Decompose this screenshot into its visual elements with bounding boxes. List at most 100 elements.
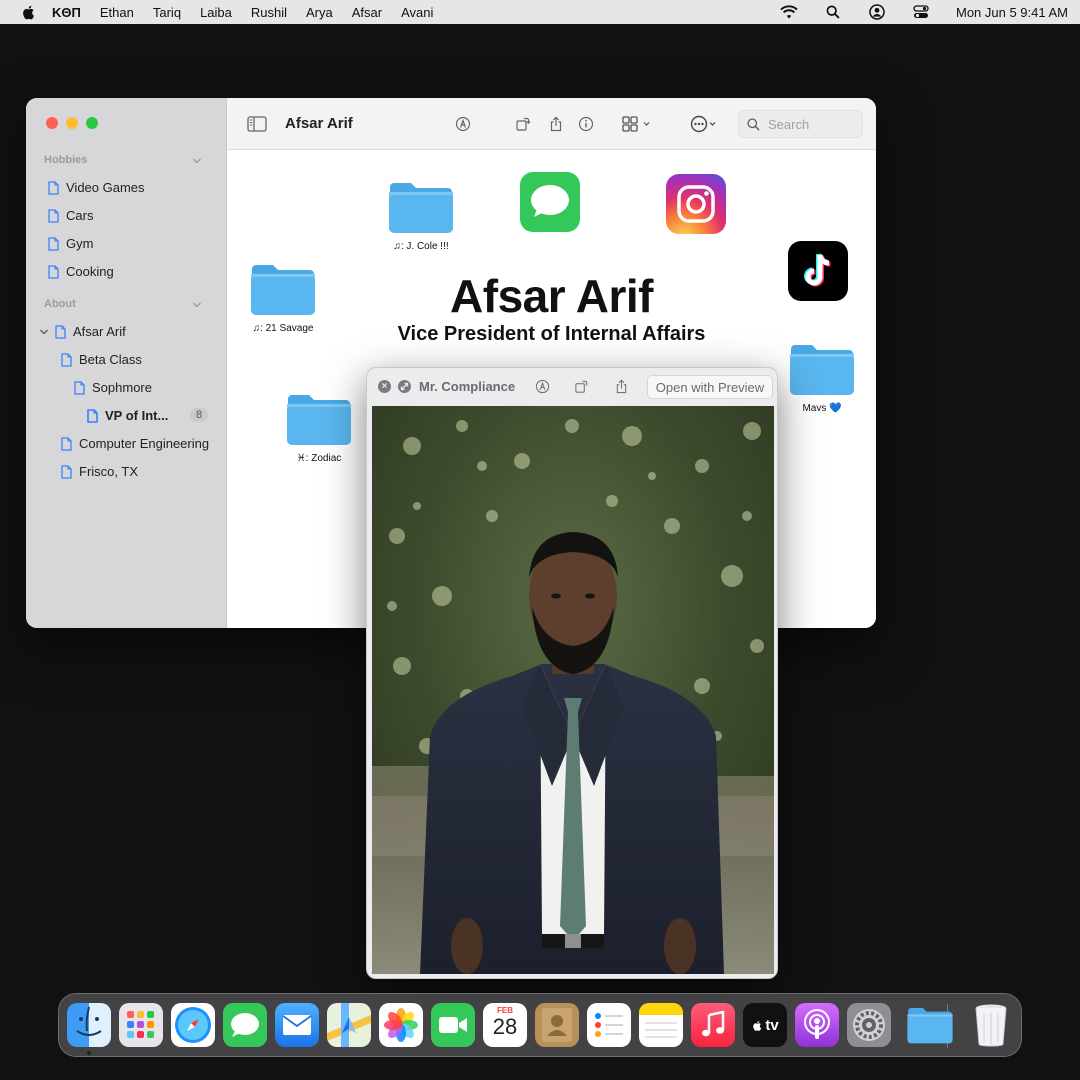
- item-count-badge: 8: [190, 408, 209, 422]
- sidebar-item-sophomore[interactable]: Sophmore: [74, 380, 152, 395]
- view-options-icon[interactable]: [618, 114, 658, 134]
- notes-dock-icon[interactable]: [639, 1003, 683, 1047]
- sidebar-item-label: Frisco, TX: [79, 464, 138, 479]
- sidebar-item-video-games[interactable]: Video Games: [48, 180, 145, 195]
- share-icon[interactable]: [546, 114, 566, 134]
- disclosure-chevron-icon[interactable]: [39, 327, 49, 337]
- maps-dock-icon[interactable]: [327, 1003, 371, 1047]
- sidebar-item-label: Afsar Arif: [73, 324, 126, 339]
- apple-menu-icon[interactable]: [20, 3, 38, 21]
- menu-item-ethan[interactable]: Ethan: [100, 5, 134, 20]
- wifi-icon[interactable]: [780, 3, 798, 21]
- photos-dock-icon[interactable]: [379, 1003, 423, 1047]
- sidebar-toggle-icon[interactable]: [247, 114, 267, 134]
- document-icon: [61, 352, 72, 367]
- messages-app-icon[interactable]: [520, 172, 580, 232]
- chevron-down-icon[interactable]: [192, 300, 202, 310]
- search-field[interactable]: [738, 110, 863, 138]
- folder-icon: [389, 183, 453, 233]
- downloads-folder-dock-icon[interactable]: [905, 1003, 955, 1047]
- minimize-window-button[interactable]: [66, 117, 78, 129]
- menu-item-tariq[interactable]: Tariq: [153, 5, 181, 20]
- apple-tv-dock-icon[interactable]: tv: [743, 1003, 787, 1047]
- control-center-icon[interactable]: [912, 3, 930, 21]
- music-dock-icon[interactable]: [691, 1003, 735, 1047]
- search-input[interactable]: [768, 116, 858, 132]
- profile-name: Afsar Arif: [450, 270, 653, 322]
- rotate-icon[interactable]: [513, 114, 533, 134]
- sidebar-section-about: About: [44, 298, 76, 310]
- menu-item-avani[interactable]: Avani: [401, 5, 433, 20]
- quick-look-title: Mr. Compliance: [419, 379, 516, 394]
- podcasts-dock-icon[interactable]: [795, 1003, 839, 1047]
- facetime-dock-icon[interactable]: [431, 1003, 475, 1047]
- instagram-app-icon[interactable]: [666, 174, 726, 234]
- tv-label: tv: [765, 1016, 779, 1034]
- window-controls: [46, 117, 106, 129]
- document-icon: [48, 208, 59, 223]
- close-window-button[interactable]: [46, 117, 58, 129]
- fullscreen-icon[interactable]: [398, 380, 411, 393]
- document-icon: [61, 436, 72, 451]
- sidebar-section-hobbies: Hobbies: [44, 154, 88, 166]
- folder-zodiac[interactable]: ♓︎: Zodiac: [285, 391, 353, 464]
- close-icon[interactable]: ×: [378, 380, 391, 393]
- chevron-down-icon[interactable]: [192, 156, 202, 166]
- markup-icon[interactable]: [533, 377, 551, 395]
- sidebar-item-label: Computer Engineering: [79, 436, 210, 451]
- messages-dock-icon[interactable]: [223, 1003, 267, 1047]
- folder-mavs[interactable]: Mavs 💙: [788, 341, 856, 414]
- menu-bar: KΘΠ Ethan Tariq Laiba Rushil Arya Afsar …: [0, 0, 1080, 24]
- sidebar-item-vp[interactable]: VP of Int...: [87, 408, 168, 423]
- sidebar-item-label: Video Games: [66, 180, 145, 195]
- menu-item-arya[interactable]: Arya: [306, 5, 333, 20]
- search-icon: [747, 117, 760, 131]
- portrait-photo: [372, 406, 774, 974]
- user-account-icon[interactable]: [868, 3, 886, 21]
- markup-icon[interactable]: [453, 114, 473, 134]
- sidebar-item-label: Cooking: [66, 264, 114, 279]
- spotlight-search-icon[interactable]: [824, 3, 842, 21]
- sidebar-item-label: Sophmore: [92, 380, 152, 395]
- calendar-day: 28: [492, 1014, 518, 1039]
- dock: FEB 28 tv: [58, 993, 1022, 1057]
- calendar-dock-icon[interactable]: FEB 28: [483, 1003, 527, 1047]
- sidebar-item-frisco[interactable]: Frisco, TX: [61, 464, 138, 479]
- sidebar-item-label: Gym: [66, 236, 94, 251]
- rotate-icon[interactable]: [572, 377, 590, 395]
- sidebar-item-label: VP of Int...: [105, 408, 169, 423]
- document-icon: [61, 464, 72, 479]
- quick-look-window: × Mr. Compliance Open with Preview: [366, 367, 778, 979]
- open-with-preview-button[interactable]: Open with Preview: [647, 375, 773, 399]
- folder-jcole[interactable]: ♫: J. Cole !!!: [387, 179, 455, 252]
- contacts-dock-icon[interactable]: [535, 1003, 579, 1047]
- info-icon[interactable]: [576, 114, 596, 134]
- finder-sidebar: Hobbies Video Games Cars Gym Cooking Abo…: [26, 98, 227, 628]
- mail-dock-icon[interactable]: [275, 1003, 319, 1047]
- share-icon[interactable]: [612, 377, 630, 395]
- safari-dock-icon[interactable]: [171, 1003, 215, 1047]
- trash-dock-icon[interactable]: [969, 1003, 1013, 1047]
- folder-label: ♓︎: Zodiac: [296, 453, 342, 464]
- sidebar-item-computer-engineering[interactable]: Computer Engineering: [61, 436, 209, 451]
- sidebar-item-cooking[interactable]: Cooking: [48, 264, 114, 279]
- sidebar-item-afsar-arif[interactable]: Afsar Arif: [39, 324, 126, 339]
- menu-item-laiba[interactable]: Laiba: [200, 5, 232, 20]
- app-menu-title[interactable]: KΘΠ: [52, 5, 81, 20]
- sidebar-item-cars[interactable]: Cars: [48, 208, 93, 223]
- more-actions-icon[interactable]: [690, 114, 720, 134]
- document-icon: [87, 408, 98, 423]
- finder-dock-icon[interactable]: [67, 1003, 111, 1047]
- sidebar-item-gym[interactable]: Gym: [48, 236, 93, 251]
- system-settings-dock-icon[interactable]: [847, 1003, 891, 1047]
- menu-item-afsar[interactable]: Afsar: [352, 5, 382, 20]
- menu-item-rushil[interactable]: Rushil: [251, 5, 287, 20]
- window-title: Afsar Arif: [285, 115, 353, 132]
- reminders-dock-icon[interactable]: [587, 1003, 631, 1047]
- launchpad-dock-icon[interactable]: [119, 1003, 163, 1047]
- menu-clock[interactable]: Mon Jun 5 9:41 AM: [956, 5, 1068, 20]
- zoom-window-button[interactable]: [86, 117, 98, 129]
- sidebar-item-beta-class[interactable]: Beta Class: [61, 352, 142, 367]
- document-icon: [48, 264, 59, 279]
- sidebar-item-label: Beta Class: [79, 352, 142, 367]
